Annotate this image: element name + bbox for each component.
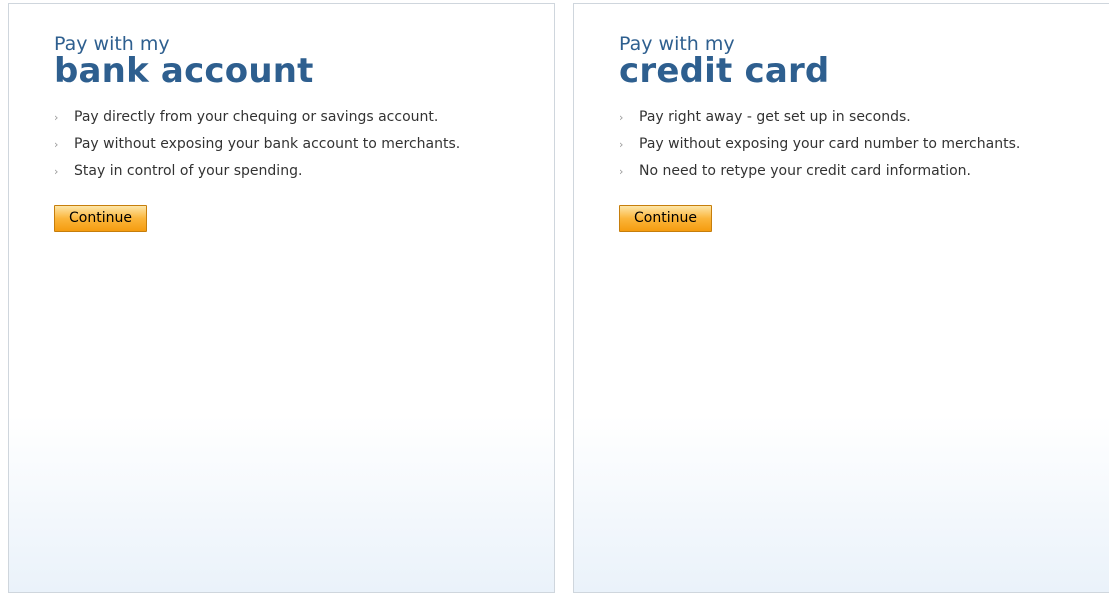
bank-continue-button[interactable]: Continue xyxy=(54,205,147,232)
bullet-text: Pay without exposing your card number to… xyxy=(639,136,1021,152)
bullet-text: No need to retype your credit card infor… xyxy=(639,163,971,179)
list-item: › Stay in control of your spending. xyxy=(54,160,494,182)
chevron-right-icon: › xyxy=(619,138,624,151)
bullet-text: Pay right away - get set up in seconds. xyxy=(639,109,911,125)
bank-account-content: Pay with my bank account › Pay directly … xyxy=(54,34,544,232)
bank-benefits-list: › Pay directly from your chequing or sav… xyxy=(54,106,494,182)
bullet-text: Stay in control of your spending. xyxy=(74,163,303,179)
card-benefits-list: › Pay right away - get set up in seconds… xyxy=(619,106,1107,182)
list-item: › Pay without exposing your bank account… xyxy=(54,133,494,155)
chevron-right-icon: › xyxy=(619,165,624,178)
bullet-text: Pay without exposing your bank account t… xyxy=(74,136,461,152)
bullet-text: Pay directly from your chequing or savin… xyxy=(74,109,439,125)
chevron-right-icon: › xyxy=(54,138,59,151)
chevron-right-icon: › xyxy=(619,111,624,124)
credit-card-panel: Pay with my credit card › Pay right away… xyxy=(573,3,1109,593)
list-item: › Pay without exposing your card number … xyxy=(619,133,1107,155)
card-continue-button[interactable]: Continue xyxy=(619,205,712,232)
list-item: › No need to retype your credit card inf… xyxy=(619,160,1107,182)
credit-card-content: Pay with my credit card › Pay right away… xyxy=(619,34,1107,232)
bank-headline: bank account xyxy=(54,51,314,91)
list-item: › Pay right away - get set up in seconds… xyxy=(619,106,1107,128)
bank-account-panel: Pay with my bank account › Pay directly … xyxy=(8,3,555,593)
chevron-right-icon: › xyxy=(54,165,59,178)
card-headline: credit card xyxy=(619,51,830,91)
list-item: › Pay directly from your chequing or sav… xyxy=(54,106,494,128)
chevron-right-icon: › xyxy=(54,111,59,124)
